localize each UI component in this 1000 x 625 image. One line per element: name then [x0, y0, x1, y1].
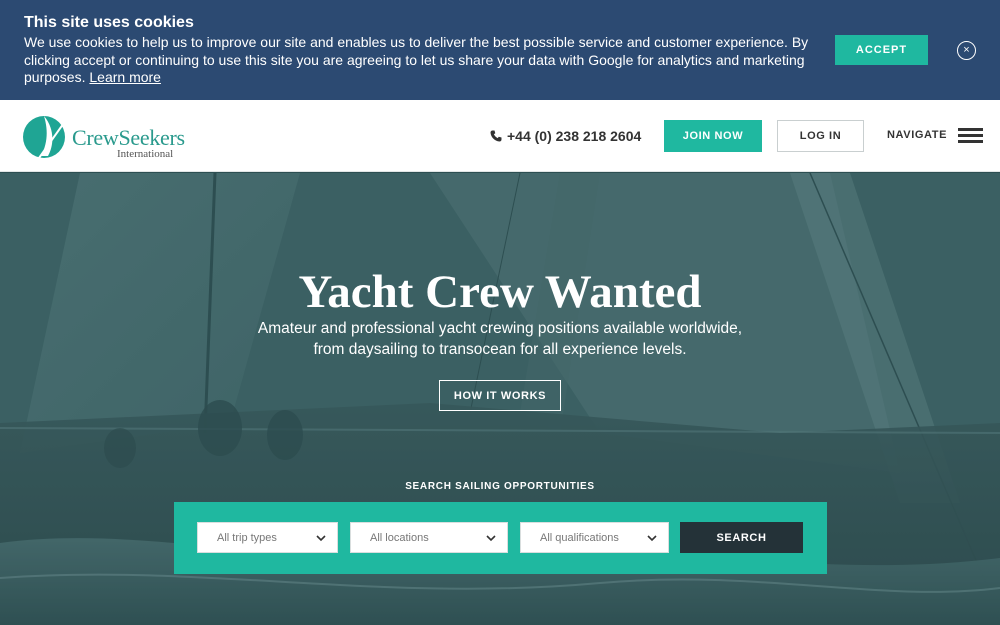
navigate-menu[interactable]: NAVIGATE — [887, 128, 984, 143]
cookie-banner: This site uses cookies We use cookies to… — [0, 0, 1000, 100]
hamburger-icon — [958, 128, 984, 143]
hero-section: Yacht Crew Wanted Amateur and profession… — [0, 173, 1000, 625]
search-label: SEARCH SAILING OPPORTUNITIES — [405, 481, 595, 492]
logo-subtitle: International — [117, 148, 174, 160]
trip-types-select[interactable]: All trip types — [197, 522, 338, 553]
locations-select[interactable]: All locations — [350, 522, 508, 553]
site-header: CrewSeekers International +44 (0) 238 21… — [0, 100, 1000, 172]
how-it-works-button[interactable]: HOW IT WORKS — [439, 380, 561, 411]
chevron-down-icon — [316, 535, 326, 542]
phone-text: +44 (0) 238 218 2604 — [507, 128, 642, 144]
hero-title: Yacht Crew Wanted — [298, 266, 702, 318]
search-panel: All trip types All locations All qualifi… — [174, 502, 827, 574]
search-button[interactable]: SEARCH — [680, 522, 803, 553]
sail-logo-icon — [23, 116, 67, 158]
phone-number[interactable]: +44 (0) 238 218 2604 — [490, 128, 641, 144]
cookie-title: This site uses cookies — [24, 14, 194, 31]
join-now-button[interactable]: JOIN NOW — [664, 120, 762, 152]
chevron-down-icon — [647, 535, 657, 542]
accept-cookies-button[interactable]: ACCEPT — [835, 35, 928, 65]
hero-subtitle: Amateur and professional yacht crewing p… — [257, 320, 743, 358]
logo[interactable]: CrewSeekers International — [22, 115, 192, 160]
close-icon[interactable]: × — [957, 41, 976, 60]
cookie-text: We use cookies to help us to improve our… — [24, 34, 814, 87]
locations-value: All locations — [370, 531, 429, 544]
trip-types-value: All trip types — [217, 531, 277, 544]
phone-icon — [490, 130, 502, 142]
chevron-down-icon — [486, 535, 496, 542]
qualifications-select[interactable]: All qualifications — [520, 522, 669, 553]
learn-more-link[interactable]: Learn more — [89, 69, 161, 85]
qualifications-value: All qualifications — [540, 531, 619, 544]
log-in-button[interactable]: LOG IN — [777, 120, 864, 152]
navigate-label: NAVIGATE — [887, 129, 948, 141]
